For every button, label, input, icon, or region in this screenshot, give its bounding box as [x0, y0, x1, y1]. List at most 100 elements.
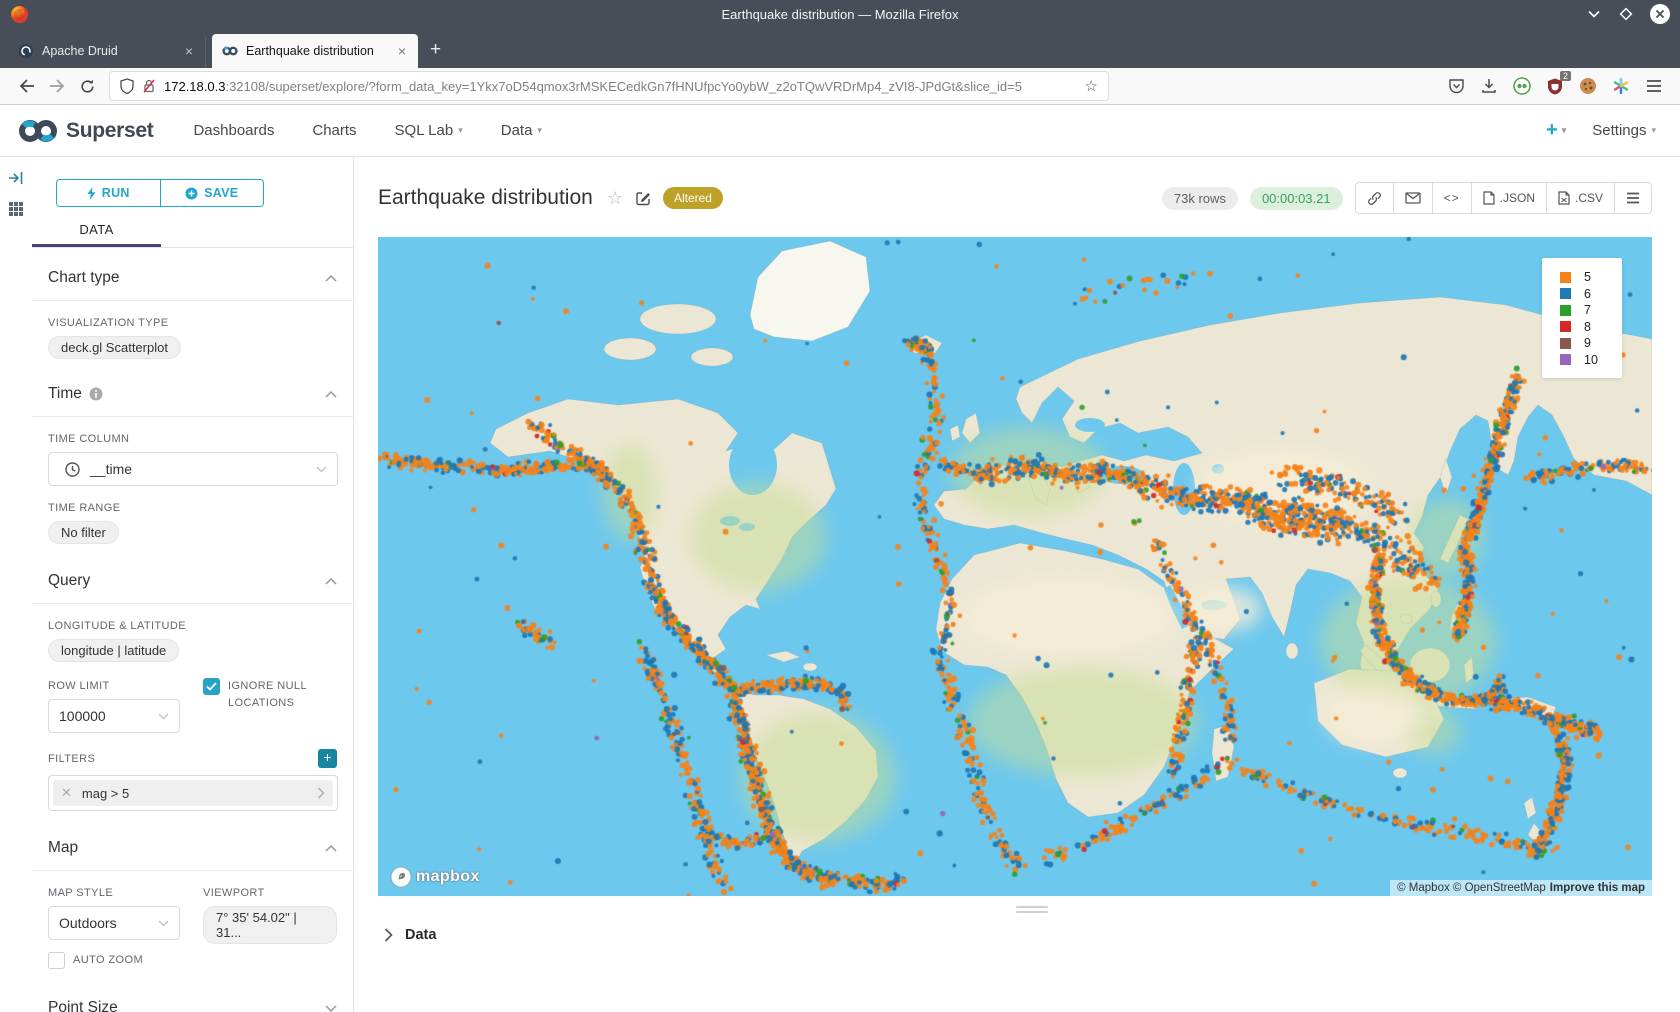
resize-drag-handle[interactable]: [1016, 906, 1048, 913]
asterisk-extension-icon[interactable]: [1611, 76, 1631, 96]
row-limit-label: ROW LIMIT: [48, 680, 203, 692]
map-style-select[interactable]: Outdoors: [48, 906, 180, 940]
time-range-label: TIME RANGE: [48, 502, 337, 514]
minimize-icon[interactable]: [1586, 6, 1602, 22]
bookmark-star-icon[interactable]: ☆: [1085, 77, 1098, 95]
tab-apache-druid[interactable]: Apache Druid ×: [8, 34, 206, 68]
checkbox-empty-icon: [48, 952, 65, 969]
legend-swatch: [1560, 305, 1571, 316]
chevron-down-icon: [158, 713, 169, 720]
run-button[interactable]: RUN: [57, 180, 160, 206]
url-host: 172.18.0.3: [164, 79, 225, 94]
share-link-button[interactable]: [1356, 183, 1393, 213]
section-time[interactable]: Time: [48, 359, 337, 416]
legend-swatch: [1560, 288, 1571, 299]
tab-close-icon[interactable]: ×: [183, 43, 195, 59]
data-panel-label: Data: [405, 927, 436, 943]
pocket-icon[interactable]: [1446, 76, 1466, 96]
row-count-badge: 73k rows: [1162, 187, 1238, 210]
tracking-shield-icon[interactable]: [120, 78, 134, 94]
filter-item[interactable]: ✕ mag > 5: [53, 780, 333, 806]
clock-icon: [65, 462, 80, 477]
edit-properties-icon[interactable]: [635, 190, 651, 206]
legend-label: 7: [1584, 303, 1591, 317]
chevron-up-icon: [325, 391, 337, 398]
forward-button[interactable]: [42, 72, 72, 100]
mapbox-wordmark: mapbox: [416, 868, 480, 886]
new-tab-button[interactable]: +: [430, 39, 441, 61]
url-path: :32108/superset/explore/?form_data_key=1…: [225, 79, 1022, 94]
chevron-down-icon: [316, 466, 327, 473]
legend-label: 6: [1584, 287, 1591, 301]
link-icon: [1367, 191, 1382, 206]
browser-toolbar: 172.18.0.3:32108/superset/explore/?form_…: [0, 68, 1680, 105]
section-query[interactable]: Query: [48, 544, 337, 603]
legend-label: 8: [1584, 320, 1591, 334]
menu-hamburger-icon[interactable]: [1644, 76, 1664, 96]
checkbox-checked-icon: [203, 678, 220, 695]
data-panel-toggle[interactable]: Data: [384, 927, 1680, 943]
tab-data[interactable]: DATA: [32, 215, 161, 247]
extension-green-icon[interactable]: [1512, 76, 1532, 96]
superset-logo[interactable]: Superset: [18, 119, 153, 143]
chart-menu-button[interactable]: [1614, 183, 1651, 213]
time-range-value[interactable]: No filter: [48, 521, 119, 544]
nav-charts[interactable]: Charts: [312, 122, 356, 139]
add-new-button[interactable]: +▾: [1546, 119, 1566, 142]
window-titlebar: Earthquake distribution — Mozilla Firefo…: [0, 0, 1680, 28]
lonlat-value[interactable]: longitude | latitude: [48, 639, 179, 662]
chevron-up-icon: [325, 845, 337, 852]
tab-close-icon[interactable]: ×: [396, 43, 408, 59]
viz-type-value[interactable]: deck.gl Scatterplot: [48, 336, 181, 359]
file-icon: [1483, 191, 1495, 205]
settings-menu[interactable]: Settings▾: [1592, 122, 1656, 139]
viewport-value[interactable]: 7° 35' 54.02" | 31...: [203, 906, 337, 944]
reload-button[interactable]: [72, 72, 102, 100]
nav-dashboards[interactable]: Dashboards: [193, 122, 274, 139]
back-button[interactable]: [12, 72, 42, 100]
plus-circle-icon: [185, 187, 198, 200]
ublock-icon[interactable]: 2: [1545, 76, 1565, 96]
chevron-right-icon[interactable]: [317, 787, 325, 799]
legend-swatch: [1560, 354, 1571, 365]
email-button[interactable]: [1393, 183, 1432, 213]
south-pane: Data: [354, 906, 1680, 943]
add-filter-button[interactable]: +: [318, 749, 337, 768]
save-button[interactable]: SAVE: [160, 180, 264, 206]
time-column-select[interactable]: __time: [48, 452, 338, 486]
ignore-null-checkbox[interactable]: IGNORE NULL LOCATIONS: [203, 678, 337, 712]
section-point-size[interactable]: Point Size: [48, 969, 337, 1012]
maximize-icon[interactable]: [1618, 6, 1634, 22]
close-window-icon[interactable]: [1650, 4, 1670, 24]
insecure-lock-icon[interactable]: [142, 78, 156, 94]
collapse-panel-icon[interactable]: [8, 171, 24, 185]
section-chart-type[interactable]: Chart type: [48, 248, 337, 300]
superset-navbar: Superset Dashboards Charts SQL Lab▾ Data…: [0, 105, 1680, 157]
legend-label: 5: [1584, 270, 1591, 284]
legend-swatch: [1560, 272, 1571, 283]
viewport-label: VIEWPORT: [203, 887, 337, 899]
deckgl-map[interactable]: 5 6 7 8 9 10 mapbox © Mapbox © OpenStree…: [378, 237, 1652, 896]
improve-map-link[interactable]: Improve this map: [1550, 882, 1645, 894]
embed-code-button[interactable]: <>: [1432, 183, 1471, 213]
row-limit-select[interactable]: 100000: [48, 699, 180, 733]
nav-sql-lab[interactable]: SQL Lab▾: [395, 122, 463, 139]
datasource-grid-icon[interactable]: [8, 201, 24, 217]
export-json-button[interactable]: .JSON: [1471, 183, 1546, 213]
auto-zoom-checkbox[interactable]: AUTO ZOOM: [48, 952, 203, 969]
nav-data[interactable]: Data▾: [501, 122, 542, 139]
file-icon: [1558, 191, 1570, 205]
lonlat-label: LONGITUDE & LATITUDE: [48, 620, 337, 632]
favorite-star-icon[interactable]: ☆: [607, 188, 623, 209]
envelope-icon: [1405, 192, 1421, 204]
cookie-extension-icon[interactable]: [1578, 76, 1598, 96]
tab-earthquake-distribution[interactable]: Earthquake distribution ×: [212, 34, 418, 68]
export-csv-button[interactable]: .CSV: [1546, 183, 1614, 213]
chevron-up-icon: [325, 275, 337, 282]
mapbox-logo[interactable]: mapbox: [390, 866, 480, 888]
section-map[interactable]: Map: [48, 811, 337, 870]
url-bar[interactable]: 172.18.0.3:32108/superset/explore/?form_…: [110, 72, 1108, 100]
downloads-icon[interactable]: [1479, 76, 1499, 96]
remove-filter-icon[interactable]: ✕: [61, 785, 72, 801]
screen: Earthquake distribution — Mozilla Firefo…: [0, 0, 1680, 1012]
